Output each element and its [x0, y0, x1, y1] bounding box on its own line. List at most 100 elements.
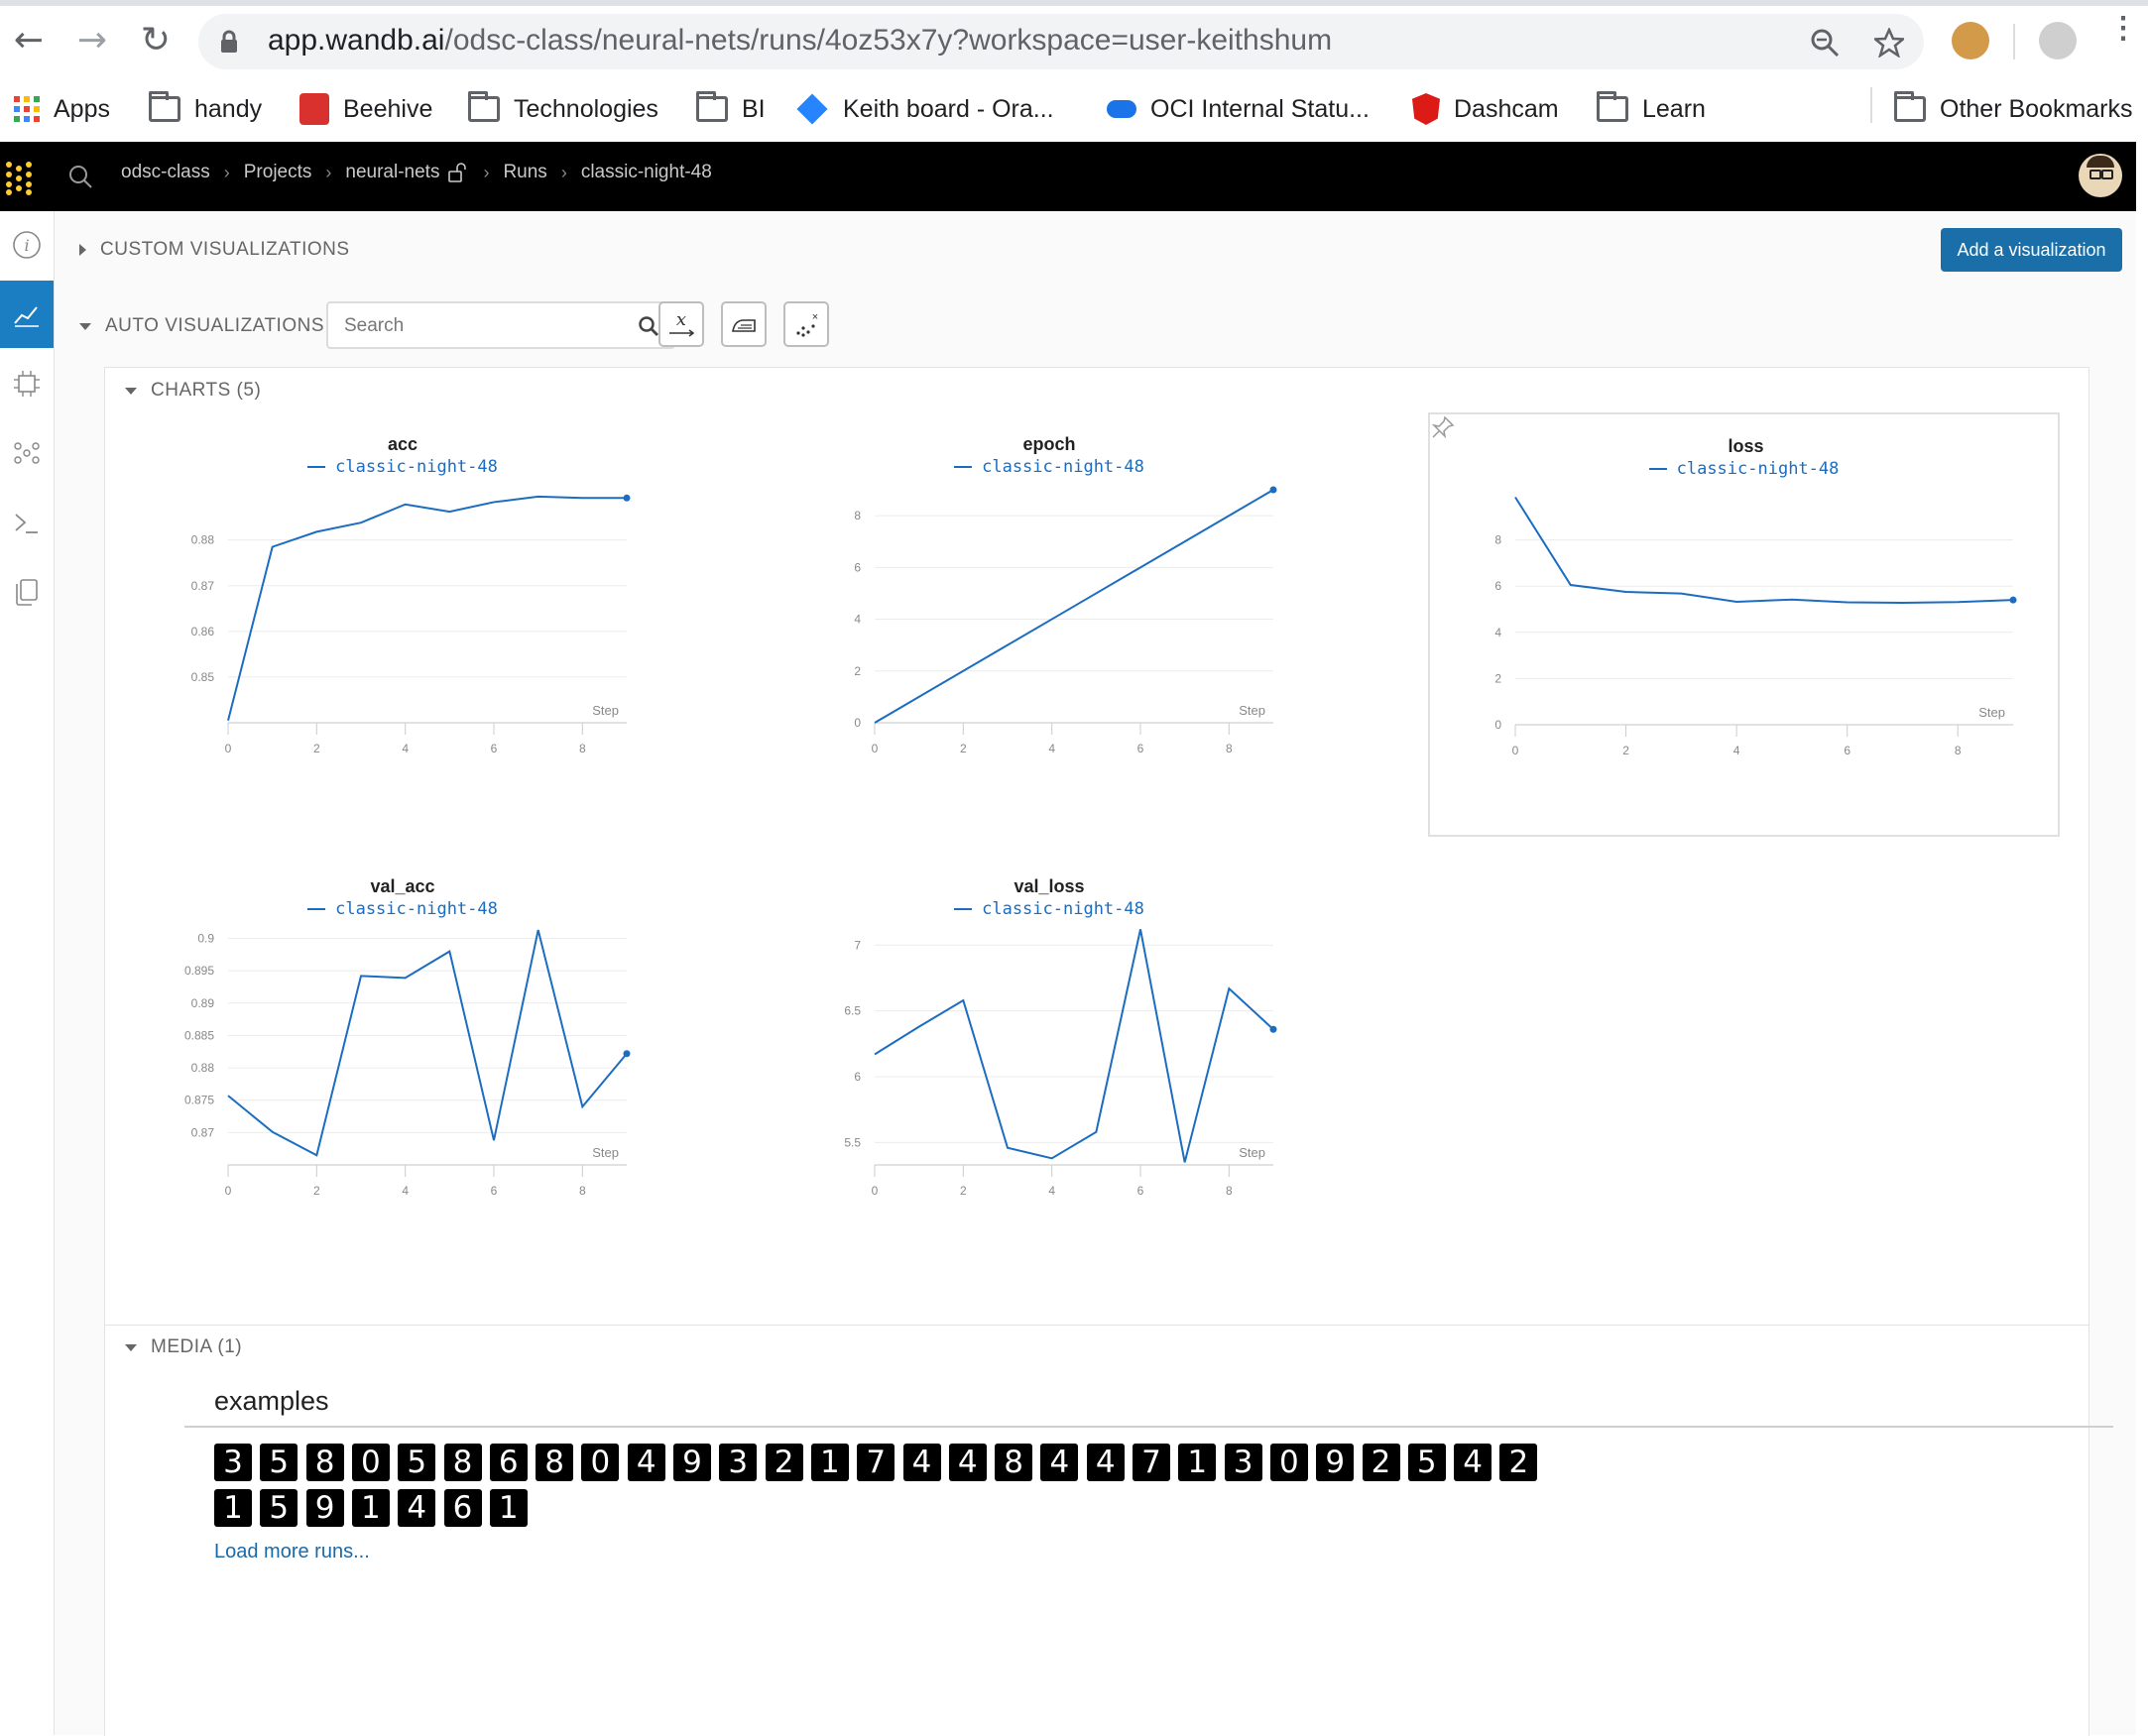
- charts-section-header[interactable]: CHARTS (5): [125, 380, 261, 402]
- bookmark-learn[interactable]: Learn: [1597, 89, 1706, 129]
- mnist-sample-image[interactable]: 8: [536, 1444, 574, 1481]
- bookmark-beehive[interactable]: Beehive: [299, 89, 432, 129]
- legend-label: classic-night-48: [982, 457, 1144, 477]
- mnist-sample-image[interactable]: 7: [1133, 1444, 1170, 1481]
- forward-icon[interactable]: →: [69, 18, 115, 63]
- chart-legend[interactable]: classic-night-48: [791, 899, 1307, 919]
- chart-legend[interactable]: classic-night-48: [1430, 459, 2058, 479]
- bookmark-oci-status[interactable]: OCI Internal Statu...: [1107, 89, 1370, 129]
- cookie-icon[interactable]: [1952, 22, 1989, 59]
- mnist-sample-image[interactable]: 7: [857, 1444, 895, 1481]
- mnist-sample-image[interactable]: 4: [902, 1444, 941, 1481]
- media-section-header[interactable]: MEDIA (1): [125, 1336, 242, 1358]
- mnist-sample-image[interactable]: 3: [719, 1444, 758, 1481]
- reload-icon[interactable]: ↻: [133, 18, 179, 63]
- mnist-sample-image[interactable]: 4: [948, 1444, 987, 1481]
- mnist-sample-image[interactable]: 2: [765, 1444, 803, 1481]
- auto-viz-header[interactable]: AUTO VISUALIZATIONS: [79, 315, 324, 337]
- bookmark-bi[interactable]: BI: [696, 89, 766, 129]
- load-more-link[interactable]: Load more runs...: [214, 1541, 370, 1563]
- mnist-sample-image[interactable]: 1: [351, 1489, 390, 1527]
- breadcrumb-entity[interactable]: odsc-class: [121, 162, 210, 183]
- series-line: [1514, 496, 2014, 604]
- rail-model[interactable]: [0, 419, 54, 487]
- add-visualization-button[interactable]: Add a visualization: [1941, 228, 2122, 272]
- chart-val-loss[interactable]: 5.5 6 6.5 7 0 2 4 6 8 Step val_loss classic-night-4…: [791, 855, 1307, 1231]
- avatar[interactable]: [2079, 154, 2122, 197]
- breadcrumb-projects[interactable]: Projects: [244, 162, 312, 183]
- zoom-icon[interactable]: [1810, 28, 1840, 58]
- mnist-sample-image[interactable]: 3: [214, 1444, 252, 1481]
- bookmark-technologies[interactable]: Technologies: [468, 89, 658, 129]
- mnist-sample-image[interactable]: 2: [1362, 1444, 1400, 1481]
- mnist-sample-image[interactable]: 5: [1407, 1444, 1446, 1481]
- chevron-right-icon: ›: [483, 162, 490, 182]
- star-icon[interactable]: [1874, 28, 1904, 58]
- rail-files[interactable]: [0, 558, 54, 626]
- search-input[interactable]: [342, 311, 614, 341]
- rail-charts[interactable]: [0, 281, 54, 348]
- mnist-sample-image[interactable]: 4: [627, 1444, 665, 1481]
- bookmark-handy[interactable]: handy: [149, 89, 262, 129]
- rail-logs[interactable]: [0, 489, 54, 556]
- breadcrumb-runs[interactable]: Runs: [503, 162, 546, 183]
- series-end-point: [2009, 596, 2017, 604]
- mnist-sample-image[interactable]: 1: [810, 1444, 849, 1481]
- mnist-sample-image[interactable]: 1: [1178, 1444, 1217, 1481]
- bookmark-other[interactable]: Other Bookmarks: [1894, 89, 2133, 129]
- mnist-sample-image[interactable]: 4: [1040, 1444, 1079, 1481]
- mnist-sample-image[interactable]: 9: [673, 1444, 711, 1481]
- y-tick-label: 8: [1494, 533, 1501, 547]
- breadcrumb-project[interactable]: neural-nets: [345, 162, 439, 183]
- mnist-sample-image[interactable]: 4: [398, 1489, 436, 1527]
- chart-legend[interactable]: classic-night-48: [145, 899, 660, 919]
- x-tick-label: 4: [1048, 742, 1055, 755]
- custom-viz-header[interactable]: CUSTOM VISUALIZATIONS: [79, 239, 350, 261]
- mnist-sample-image[interactable]: 6: [443, 1489, 482, 1527]
- mnist-sample-image[interactable]: 9: [1316, 1444, 1355, 1481]
- chart-epoch[interactable]: 0 2 4 6 8 0 2 4 6 8 Step epoch classic-night-48: [791, 412, 1307, 789]
- mnist-sample-image[interactable]: 2: [1499, 1444, 1538, 1481]
- rail-overview[interactable]: i: [0, 211, 54, 279]
- mnist-sample-image[interactable]: 9: [305, 1489, 344, 1527]
- mnist-sample-image[interactable]: 8: [305, 1444, 344, 1481]
- address-bar[interactable]: app.wandb.ai/odsc-class/neural-nets/runs…: [198, 14, 1924, 69]
- outliers-button[interactable]: ×: [783, 301, 829, 347]
- bookmark-keith-board[interactable]: Keith board - Ora...: [796, 89, 1054, 129]
- chart-legend[interactable]: classic-night-48: [791, 457, 1307, 477]
- breadcrumb-run[interactable]: classic-night-48: [581, 162, 712, 183]
- mnist-sample-image[interactable]: 1: [489, 1489, 528, 1527]
- mnist-sample-image[interactable]: 1: [214, 1489, 252, 1527]
- mnist-sample-image[interactable]: 5: [260, 1444, 298, 1481]
- mnist-sample-image[interactable]: 4: [1454, 1444, 1492, 1481]
- chart-legend[interactable]: classic-night-48: [145, 457, 660, 477]
- chart-acc[interactable]: 0.85 0.86 0.87 0.88 0 2 4 6 8 Step acc classic-nigh…: [145, 412, 660, 789]
- x-axis-button[interactable]: x: [658, 301, 704, 347]
- profile-icon[interactable]: [2039, 22, 2077, 59]
- mnist-sample-image[interactable]: 3: [1224, 1444, 1262, 1481]
- chart-loss[interactable]: 0 2 4 6 8 0 2 4 6 8 Step loss classic-night-48: [1428, 412, 2060, 837]
- x-tick-label: 4: [402, 742, 409, 755]
- wandb-logo-icon[interactable]: [6, 162, 40, 195]
- menu-dots-icon[interactable]: ⋮: [2108, 14, 2138, 61]
- mnist-sample-image[interactable]: 0: [581, 1444, 620, 1481]
- mnist-sample-image[interactable]: 6: [489, 1444, 528, 1481]
- rail-system[interactable]: [0, 350, 54, 417]
- mnist-sample-image[interactable]: 4: [1086, 1444, 1125, 1481]
- mnist-sample-image[interactable]: 8: [995, 1444, 1033, 1481]
- caret-down-icon: [125, 1343, 137, 1351]
- bookmark-dashcam[interactable]: Dashcam: [1412, 89, 1559, 129]
- chart-val-acc[interactable]: 0.87 0.875 0.88 0.885 0.89 0.895 0.9 0 2 4 6 8 Step v…: [145, 855, 660, 1231]
- search-icon[interactable]: [638, 315, 659, 337]
- mnist-sample-image[interactable]: 0: [1269, 1444, 1308, 1481]
- search-icon[interactable]: [67, 164, 93, 189]
- mnist-sample-image[interactable]: 8: [443, 1444, 482, 1481]
- mnist-sample-image[interactable]: 5: [260, 1489, 298, 1527]
- smoothing-button[interactable]: [721, 301, 767, 347]
- legend-label: classic-night-48: [335, 899, 498, 919]
- bookmark-apps[interactable]: Apps: [14, 89, 110, 129]
- mnist-sample-image[interactable]: 5: [398, 1444, 436, 1481]
- mnist-sample-image[interactable]: 0: [351, 1444, 390, 1481]
- legend-label: classic-night-48: [335, 457, 498, 477]
- back-icon[interactable]: ←: [6, 18, 52, 63]
